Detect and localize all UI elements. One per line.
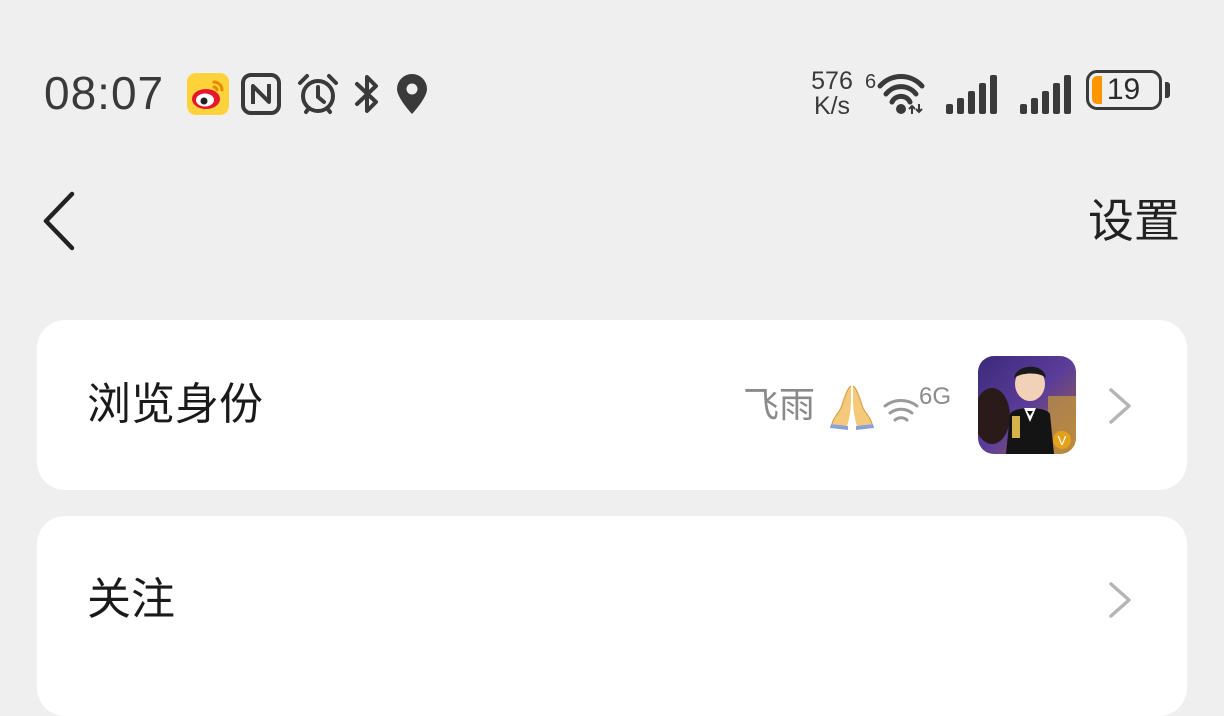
chevron-right-icon xyxy=(1109,582,1131,618)
alarm-icon xyxy=(298,74,338,114)
status-bar: 08:07 576 K/s 6 19 xyxy=(0,0,1224,150)
status-time: 08:07 xyxy=(44,67,165,119)
battery-level: 19 xyxy=(1106,73,1141,106)
chevron-left-icon xyxy=(43,191,75,251)
network-speed-unit: K/s xyxy=(813,92,851,120)
network-type-label: 6G xyxy=(919,383,951,410)
signal-icon xyxy=(1020,75,1071,114)
network-speed: 576 K/s xyxy=(806,67,858,120)
battery-icon: 19 xyxy=(1086,70,1176,116)
row-label: 浏览身份 xyxy=(87,379,263,430)
signal-icon xyxy=(946,75,997,114)
settings-button[interactable]: 设置 xyxy=(1088,190,1180,252)
back-button[interactable] xyxy=(30,186,90,256)
wifi-badge: 6 xyxy=(865,71,876,93)
location-icon xyxy=(397,74,427,114)
weibo-icon xyxy=(187,73,229,115)
network-speed-value: 576 xyxy=(811,67,853,95)
wifi-icon: 6G xyxy=(883,383,951,422)
avatar[interactable]: V xyxy=(978,356,1076,454)
follow-row[interactable]: 关注 xyxy=(37,516,1187,716)
wifi-icon: 6 xyxy=(865,71,925,114)
pray-emoji-icon xyxy=(830,385,874,430)
avatar-image: V xyxy=(978,356,1076,454)
row-label: 关注 xyxy=(87,574,175,625)
chevron-right-icon xyxy=(1109,388,1131,424)
bluetooth-icon xyxy=(355,75,378,113)
identity-name: 飞雨 xyxy=(743,385,816,426)
browsing-identity-row[interactable]: 浏览身份 飞雨 6G V xyxy=(37,320,1187,490)
nfc-icon xyxy=(241,73,281,115)
avatar-badge: V xyxy=(1058,433,1067,448)
